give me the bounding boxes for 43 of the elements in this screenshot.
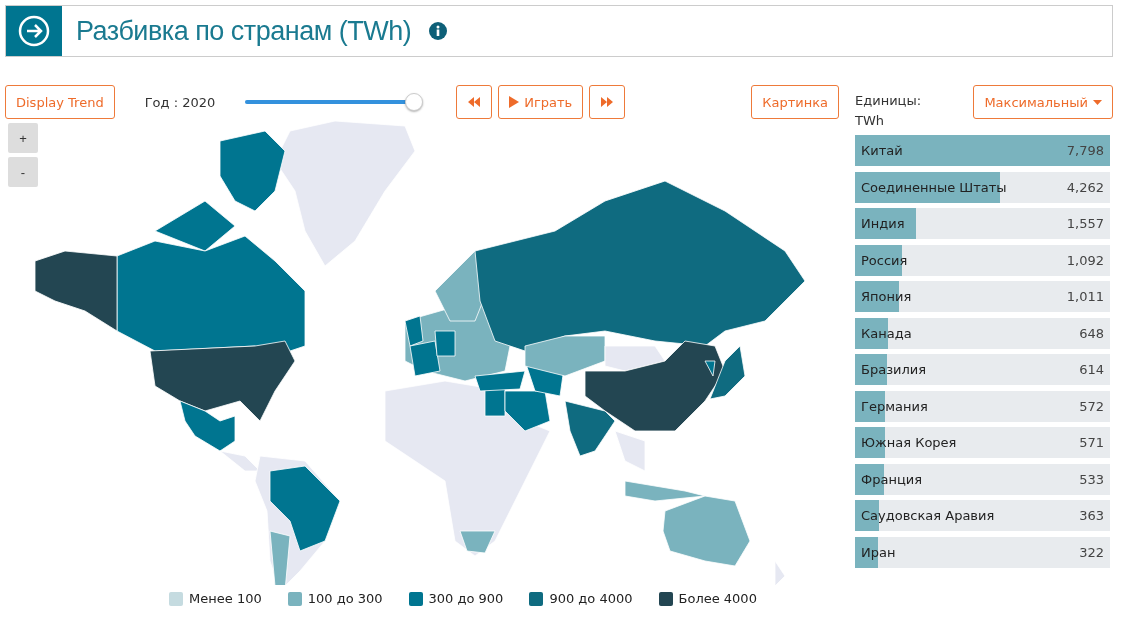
display-trend-button[interactable]: Display Trend	[5, 85, 115, 119]
country-name: Саудовская Аравия	[861, 508, 995, 523]
legend-item: 100 до 300	[287, 591, 383, 606]
legend-item: Менее 100	[169, 591, 262, 606]
country-value: 1,011	[1066, 289, 1104, 304]
country-value: 7,798	[1066, 143, 1104, 158]
image-button[interactable]: Картинка	[751, 85, 840, 119]
country-name: Иран	[861, 544, 896, 560]
fast-forward-icon	[601, 97, 614, 107]
zoom-in-button[interactable]: +	[8, 123, 38, 153]
country-value: 1,557	[1066, 216, 1104, 231]
rewind-button[interactable]	[456, 85, 493, 119]
page-title: Разбивка по странам (TWh)	[76, 15, 412, 47]
country-name: Индия	[861, 216, 905, 231]
legend-item: 900 до 4000	[529, 591, 633, 606]
year-label: Год : 2020	[144, 94, 216, 110]
country-value: 533	[1079, 471, 1104, 487]
country-value: 322	[1079, 544, 1104, 560]
country-name: Бразилия	[861, 362, 927, 377]
country-name: Германия	[861, 398, 928, 414]
caret-icon	[1093, 99, 1102, 105]
mode-dropdown[interactable]: Максимальный	[973, 85, 1113, 119]
units-value: TWh	[855, 112, 886, 130]
country-name: Китай	[861, 143, 903, 158]
country-value: 4,262	[1066, 179, 1104, 195]
play-icon	[509, 96, 520, 108]
country-value: 572	[1079, 398, 1104, 414]
country-value: 614	[1079, 362, 1104, 377]
info-icon[interactable]	[429, 22, 448, 40]
country-value: 363	[1079, 508, 1104, 523]
rewind-icon	[468, 97, 481, 107]
country-value: 1,092	[1066, 252, 1104, 268]
fast-forward-button[interactable]	[589, 85, 626, 119]
play-button[interactable]: Играть	[498, 85, 584, 119]
country-value: 571	[1079, 435, 1104, 450]
units-label: Единицы:	[855, 92, 922, 110]
zoom-out-button[interactable]: -	[8, 157, 38, 187]
country-value: 648	[1079, 325, 1104, 341]
slider-thumb[interactable]	[405, 93, 424, 111]
country-name: Южная Корея	[861, 435, 957, 450]
country-name: Франция	[861, 471, 923, 487]
legend-item: 300 до 900	[408, 591, 504, 606]
legend-item: Более 4000	[658, 591, 757, 606]
